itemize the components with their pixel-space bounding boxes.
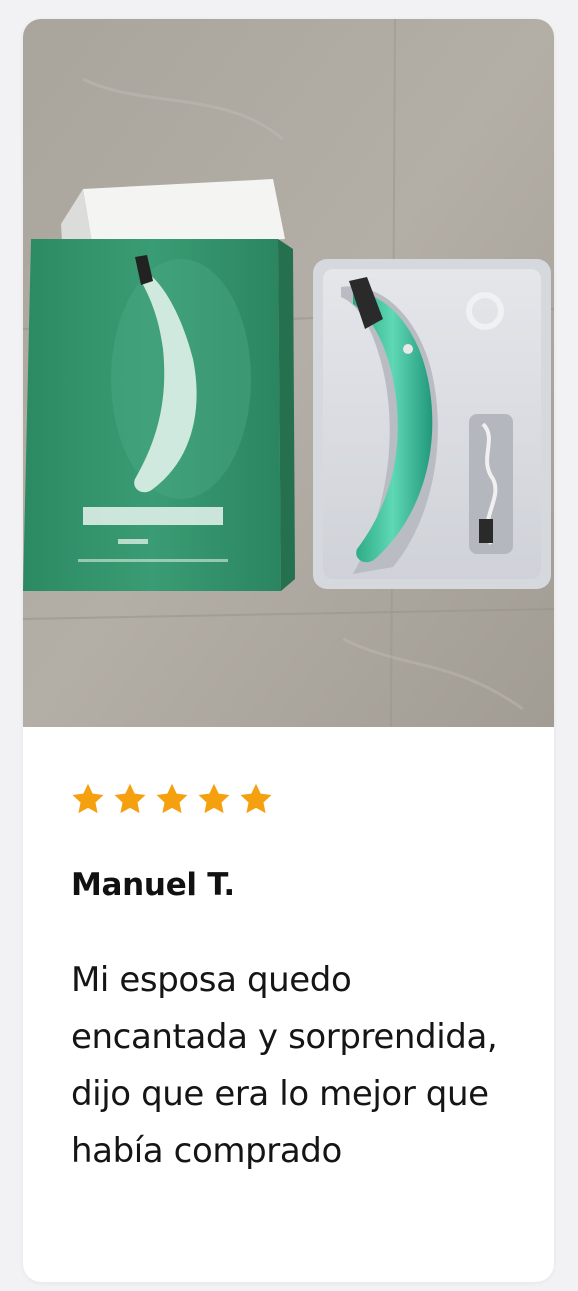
product-photo	[23, 19, 554, 727]
star-icon	[240, 783, 272, 814]
review-card: Manuel T. Mi esposa quedo encantada y so…	[23, 19, 554, 1282]
star-icon	[156, 783, 188, 814]
star-icon	[114, 783, 146, 814]
review-text: Mi esposa quedo encantada y sorprendida,…	[71, 960, 498, 1171]
star-icon	[198, 783, 230, 814]
star-rating	[70, 781, 274, 817]
star-icon	[72, 783, 104, 814]
reviewer-name: Manuel T.	[71, 867, 235, 903]
